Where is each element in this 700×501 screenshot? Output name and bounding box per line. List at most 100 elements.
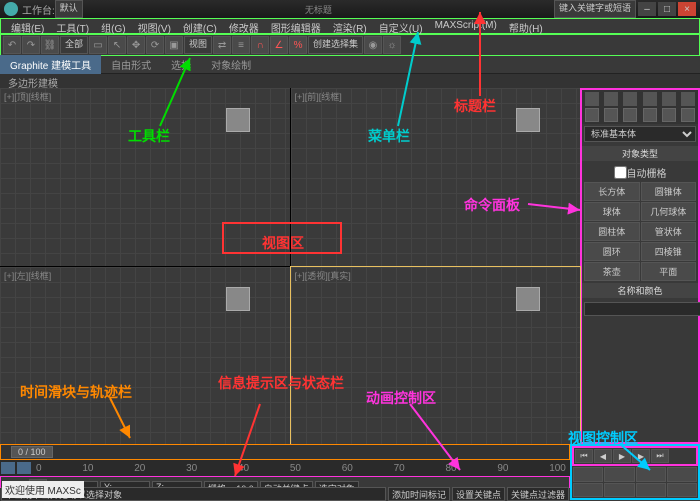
box-button[interactable]: 长方体 (584, 182, 640, 201)
zoom-icon[interactable] (573, 467, 603, 482)
cmd-category-row (582, 108, 698, 124)
ribbon-subpanel[interactable]: 多边形建模 (0, 74, 700, 88)
rollout-namecolor[interactable]: 名称和颜色 (582, 283, 698, 298)
helpers-cat-icon[interactable] (662, 108, 676, 122)
lights-cat-icon[interactable] (623, 108, 637, 122)
select-icon[interactable]: ▭ (89, 36, 107, 54)
keyfilter-button[interactable]: 关键点过滤器 (507, 487, 569, 501)
cameras-cat-icon[interactable] (643, 108, 657, 122)
menu-group[interactable]: 组(G) (95, 19, 131, 33)
cylinder-button[interactable]: 圆柱体 (584, 222, 640, 241)
main-toolbar: ↶ ↷ ⛓ 全部 ▭ ↖ ✥ ⟳ ▣ 视图 ⇄ ≡ ∩ ∠ % 创建选择集 ◉ … (0, 34, 700, 56)
autogrid-checkbox[interactable] (614, 166, 627, 179)
menu-customize[interactable]: 自定义(U) (373, 19, 429, 33)
search-hint[interactable]: 键入关键字或短语 (554, 0, 636, 18)
addtime-button[interactable]: 添加时间标记 (388, 487, 450, 501)
space-cat-icon[interactable] (681, 108, 695, 122)
zoom-all-icon[interactable] (604, 467, 634, 482)
ribbon-bar: Graphite 建模工具 自由形式 选择 对象绘制 (0, 56, 700, 74)
hierarchy-tab-icon[interactable] (623, 92, 637, 106)
render-icon[interactable]: ☼ (383, 36, 401, 54)
percent-snap-icon[interactable]: % (289, 36, 307, 54)
selection-filter[interactable]: 全部 (60, 36, 88, 54)
plane-button[interactable]: 平面 (641, 262, 697, 281)
geosphere-button[interactable]: 几何球体 (641, 202, 697, 221)
tab-objpaint[interactable]: 对象绘制 (201, 55, 261, 74)
welcome-badge: 欢迎使用 MAXSc (2, 481, 84, 498)
align-icon[interactable]: ≡ (232, 36, 250, 54)
tab-select[interactable]: 选择 (161, 55, 201, 74)
move-icon[interactable]: ✥ (127, 36, 145, 54)
viewcube-icon[interactable] (516, 108, 540, 132)
snap-icon[interactable]: ∩ (251, 36, 269, 54)
display-tab-icon[interactable] (662, 92, 676, 106)
track-bar[interactable]: 0102030405060708090100 (0, 460, 570, 476)
material-icon[interactable]: ◉ (364, 36, 382, 54)
play-icon[interactable]: ▶ (613, 449, 631, 463)
ref-coord-dropdown[interactable]: 视图 (184, 36, 212, 54)
trackbar-icon[interactable] (1, 462, 15, 474)
angle-snap-icon[interactable]: ∠ (270, 36, 288, 54)
tab-freeform[interactable]: 自由形式 (101, 55, 161, 74)
utility-tab-icon[interactable] (681, 92, 695, 106)
cursor-icon[interactable]: ↖ (108, 36, 126, 54)
viewport-perspective[interactable]: [+][透视][真实] (291, 267, 581, 445)
time-slider[interactable]: 0 / 100 (0, 444, 570, 460)
menu-view[interactable]: 视图(V) (132, 19, 177, 33)
pan-icon[interactable] (573, 483, 603, 498)
primitive-buttons: 长方体 圆锥体 球体 几何球体 圆柱体 管状体 圆环 四棱锥 茶壶 平面 (582, 182, 698, 281)
undo-icon[interactable]: ↶ (3, 36, 21, 54)
shapes-cat-icon[interactable] (604, 108, 618, 122)
rollout-objtype[interactable]: 对象类型 (582, 146, 698, 161)
setkey-button[interactable]: 设置关键点 (452, 487, 505, 501)
goto-start-icon[interactable]: ⏮ (575, 449, 593, 463)
tube-button[interactable]: 管状体 (641, 222, 697, 241)
rotate-icon[interactable]: ⟳ (146, 36, 164, 54)
viewport-left[interactable]: [+][左][线框] (0, 267, 290, 445)
menu-maxscript[interactable]: MAXScript(M) (429, 19, 503, 33)
geometry-cat-icon[interactable] (585, 108, 599, 122)
link-icon[interactable]: ⛓ (41, 36, 59, 54)
orbit-icon[interactable] (604, 483, 634, 498)
highlight-viewport (222, 222, 342, 254)
motion-tab-icon[interactable] (643, 92, 657, 106)
sphere-button[interactable]: 球体 (584, 202, 640, 221)
menu-help[interactable]: 帮助(H) (503, 19, 549, 33)
named-sel-dropdown[interactable]: 创建选择集 (308, 36, 363, 54)
pyramid-button[interactable]: 四棱锥 (641, 242, 697, 261)
primitive-type-dropdown[interactable]: 标准基本体 (584, 126, 696, 142)
menu-render[interactable]: 渲染(R) (327, 19, 373, 33)
fov-icon[interactable] (667, 483, 697, 498)
maximize-vp-icon[interactable] (636, 483, 666, 498)
create-tab-icon[interactable] (585, 92, 599, 106)
redo-icon[interactable]: ↷ (22, 36, 40, 54)
time-knob[interactable]: 0 / 100 (11, 446, 53, 458)
cone-button[interactable]: 圆锥体 (641, 182, 697, 201)
close-button[interactable]: × (678, 2, 696, 16)
zoom-region-icon[interactable] (667, 467, 697, 482)
object-name-input[interactable] (584, 302, 700, 316)
cmd-tab-row (582, 90, 698, 108)
trackbar-icon[interactable] (17, 462, 31, 474)
tab-graphite[interactable]: Graphite 建模工具 (0, 55, 101, 74)
viewcube-icon[interactable] (226, 287, 250, 311)
mirror-icon[interactable]: ⇄ (213, 36, 231, 54)
zoom-extents-icon[interactable] (636, 467, 666, 482)
torus-button[interactable]: 圆环 (584, 242, 640, 261)
menu-create[interactable]: 创建(C) (177, 19, 223, 33)
menu-edit[interactable]: 编辑(E) (5, 19, 50, 33)
maximize-button[interactable]: □ (658, 2, 676, 16)
next-frame-icon[interactable]: ▶ (632, 449, 650, 463)
menu-tools[interactable]: 工具(T) (50, 19, 95, 33)
goto-end-icon[interactable]: ⏭ (651, 449, 669, 463)
viewcube-icon[interactable] (516, 287, 540, 311)
minimize-button[interactable]: – (638, 2, 656, 16)
scale-icon[interactable]: ▣ (165, 36, 183, 54)
viewcube-icon[interactable] (226, 108, 250, 132)
teapot-button[interactable]: 茶壶 (584, 262, 640, 281)
prev-frame-icon[interactable]: ◀ (594, 449, 612, 463)
workspace-dropdown[interactable]: 默认 (55, 0, 83, 18)
modify-tab-icon[interactable] (604, 92, 618, 106)
menu-grapheditor[interactable]: 图形编辑器 (265, 19, 327, 33)
menu-modifier[interactable]: 修改器 (223, 19, 265, 33)
